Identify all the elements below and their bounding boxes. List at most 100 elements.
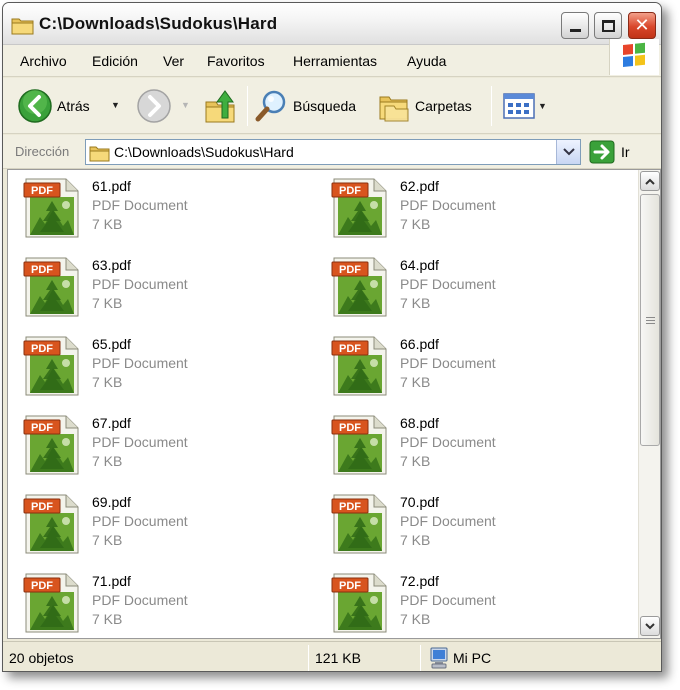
file-item[interactable]: PDF 64.pdf PDF Document 7 KB [322, 251, 622, 321]
chevron-down-icon [562, 148, 575, 156]
file-item[interactable]: PDF 66.pdf PDF Document 7 KB [322, 330, 622, 400]
file-type: PDF Document [400, 434, 496, 450]
search-button[interactable]: Búsqueda [255, 88, 356, 124]
folders-button[interactable]: Carpetas [377, 88, 472, 124]
svg-text:PDF: PDF [31, 501, 53, 513]
scroll-up-button[interactable] [640, 171, 660, 191]
file-name: 65.pdf [92, 336, 131, 352]
file-item[interactable]: PDF 71.pdf PDF Document 7 KB [14, 567, 314, 637]
address-input[interactable]: C:\Downloads\Sudokus\Hard [85, 139, 581, 165]
file-size: 7 KB [92, 374, 123, 390]
file-list[interactable]: PDF 61.pdf PDF Document 7 KB PDF 62.pdf … [7, 169, 661, 639]
file-type: PDF Document [400, 197, 496, 213]
file-item[interactable]: PDF 65.pdf PDF Document 7 KB [14, 330, 314, 400]
views-icon [503, 93, 535, 119]
location-label: Mi PC [453, 650, 492, 666]
menu-favoritos[interactable]: Favoritos [207, 53, 265, 69]
file-name: 68.pdf [400, 415, 439, 431]
file-type: PDF Document [92, 355, 188, 371]
go-arrow-icon [589, 140, 615, 164]
file-size: 7 KB [92, 295, 123, 311]
forward-button[interactable] [136, 88, 172, 124]
forward-dropdown-icon[interactable]: ▼ [181, 100, 190, 110]
svg-text:PDF: PDF [31, 580, 53, 592]
menu-archivo[interactable]: Archivo [20, 53, 67, 69]
address-dropdown-button[interactable] [556, 140, 580, 164]
file-name: 63.pdf [92, 257, 131, 273]
file-item[interactable]: PDF 68.pdf PDF Document 7 KB [322, 409, 622, 479]
menu-edicion[interactable]: Edición [92, 53, 138, 69]
pdf-icon: PDF [22, 254, 82, 323]
menu-ayuda[interactable]: Ayuda [407, 53, 446, 69]
pdf-icon: PDF [330, 412, 390, 481]
up-folder-button[interactable] [204, 88, 238, 124]
menu-herramientas[interactable]: Herramientas [293, 53, 377, 69]
windows-logo [609, 39, 659, 75]
svg-text:PDF: PDF [31, 343, 53, 355]
forward-arrow-icon [137, 89, 171, 123]
window-title: C:\Downloads\Sudokus\Hard [39, 14, 278, 33]
file-size: 7 KB [400, 611, 431, 627]
pdf-icon: PDF [22, 333, 82, 402]
file-name: 67.pdf [92, 415, 131, 431]
pdf-icon: PDF [330, 333, 390, 402]
go-label: Ir [621, 144, 630, 160]
file-type: PDF Document [400, 276, 496, 292]
object-count: 20 objetos [9, 650, 74, 666]
search-icon [255, 90, 286, 122]
file-item[interactable]: PDF 69.pdf PDF Document 7 KB [14, 488, 314, 558]
file-size: 7 KB [92, 453, 123, 469]
pdf-icon: PDF [22, 570, 82, 638]
file-item[interactable]: PDF 61.pdf PDF Document 7 KB [14, 172, 314, 242]
file-type: PDF Document [400, 592, 496, 608]
views-button[interactable]: ▼ [503, 88, 547, 124]
address-bar: Dirección C:\Downloads\Sudokus\Hard Ir [3, 135, 661, 169]
svg-text:PDF: PDF [31, 185, 53, 197]
up-folder-icon [205, 90, 235, 123]
file-type: PDF Document [400, 513, 496, 529]
svg-text:PDF: PDF [339, 264, 361, 276]
maximize-button[interactable] [594, 12, 622, 39]
scroll-thumb[interactable] [640, 194, 660, 446]
standard-toolbar: Atrás ▼ ▼ Búsqueda Carpetas ▼ [3, 78, 661, 134]
svg-text:PDF: PDF [31, 264, 53, 276]
file-size: 7 KB [92, 611, 123, 627]
file-size: 7 KB [400, 374, 431, 390]
folders-icon [379, 96, 409, 122]
svg-text:PDF: PDF [31, 422, 53, 434]
file-name: 71.pdf [92, 573, 131, 589]
go-button[interactable]: Ir [589, 140, 630, 164]
file-item[interactable]: PDF 70.pdf PDF Document 7 KB [322, 488, 622, 558]
file-item[interactable]: PDF 72.pdf PDF Document 7 KB [322, 567, 622, 637]
title-bar[interactable]: C:\Downloads\Sudokus\Hard ✕ [3, 3, 661, 45]
close-icon: ✕ [634, 14, 650, 36]
vertical-scrollbar[interactable] [638, 170, 660, 638]
menu-bar: Archivo Edición Ver Favoritos Herramient… [3, 45, 661, 77]
file-item[interactable]: PDF 62.pdf PDF Document 7 KB [322, 172, 622, 242]
file-item[interactable]: PDF 67.pdf PDF Document 7 KB [14, 409, 314, 479]
file-type: PDF Document [92, 513, 188, 529]
total-size: 121 KB [315, 650, 361, 666]
back-dropdown-icon[interactable]: ▼ [111, 100, 120, 110]
file-item[interactable]: PDF 63.pdf PDF Document 7 KB [14, 251, 314, 321]
maximize-icon [601, 19, 615, 32]
file-name: 66.pdf [400, 336, 439, 352]
menu-ver[interactable]: Ver [163, 53, 184, 69]
file-type: PDF Document [92, 592, 188, 608]
file-name: 72.pdf [400, 573, 439, 589]
file-size: 7 KB [400, 453, 431, 469]
pdf-icon: PDF [330, 175, 390, 244]
scroll-down-button[interactable] [640, 616, 660, 636]
file-type: PDF Document [92, 434, 188, 450]
file-name: 69.pdf [92, 494, 131, 510]
back-button[interactable]: Atrás [17, 88, 90, 124]
file-name: 64.pdf [400, 257, 439, 273]
file-size: 7 KB [92, 532, 123, 548]
close-button[interactable]: ✕ [628, 12, 656, 39]
minimize-button[interactable] [561, 12, 589, 39]
svg-text:PDF: PDF [339, 501, 361, 513]
address-path: C:\Downloads\Sudokus\Hard [114, 144, 294, 160]
file-size: 7 KB [400, 295, 431, 311]
file-type: PDF Document [92, 276, 188, 292]
svg-text:PDF: PDF [339, 185, 361, 197]
